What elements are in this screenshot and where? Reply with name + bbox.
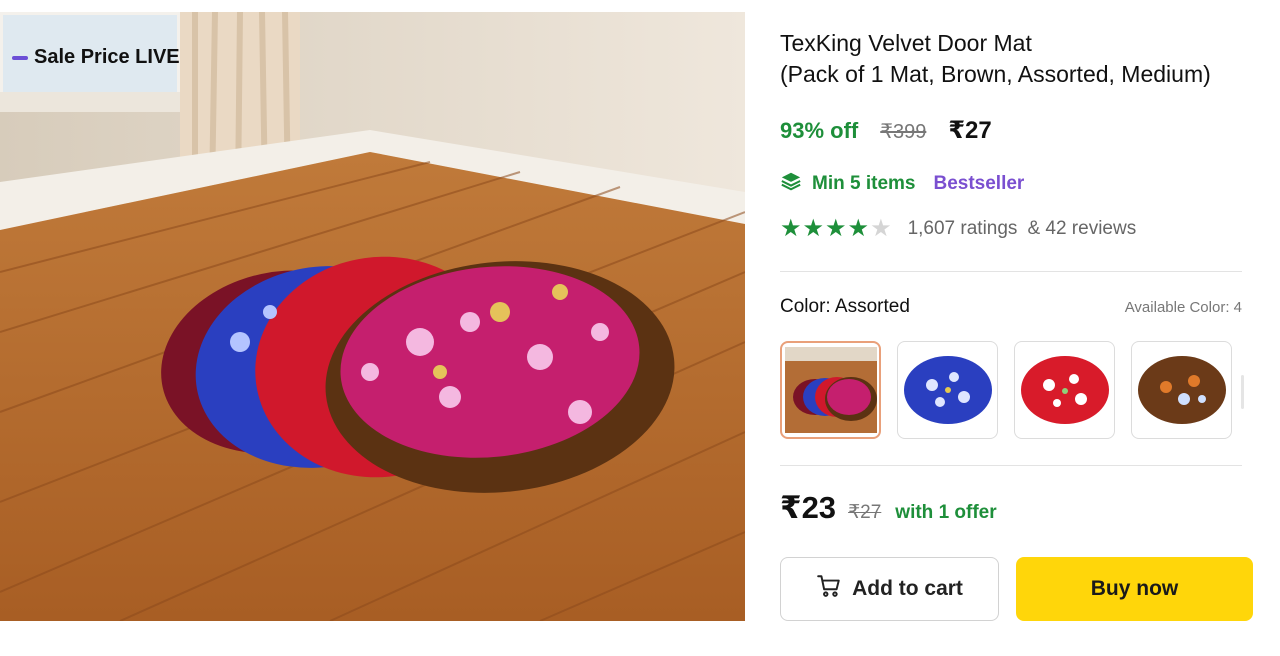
stack-layers-icon — [780, 170, 802, 197]
offer-mrp: ₹27 — [848, 502, 882, 523]
buy-now-label: Buy now — [1090, 577, 1179, 600]
ratings-count[interactable]: 1,607 ratings — [908, 218, 1018, 240]
swatch-assorted-image — [784, 347, 877, 433]
color-header: Color: Assorted Available Color: 4 — [780, 296, 1242, 318]
star-filled-icon: ★ — [825, 215, 847, 242]
product-title-line2: (Pack of 1 Mat, Brown, Assorted, Medium) — [780, 61, 1211, 87]
min-items-text: Min 5 items — [812, 172, 916, 194]
discount-percent: 93% off — [780, 118, 859, 143]
reviews-count[interactable]: & 42 reviews — [1027, 218, 1136, 240]
cart-icon — [816, 573, 842, 605]
star-empty-icon: ★ — [870, 215, 892, 242]
star-filled-icon: ★ — [802, 215, 825, 242]
bestseller-badge: Bestseller — [933, 172, 1025, 194]
product-photo — [0, 12, 745, 621]
swatch-blue[interactable] — [897, 341, 998, 439]
product-title: TexKing Velvet Door Mat (Pack of 1 Mat, … — [780, 28, 1260, 90]
promo-row: Min 5 items Bestseller — [780, 170, 1024, 197]
swatch-brown[interactable] — [1131, 341, 1232, 439]
color-label: Color: Assorted — [780, 296, 910, 317]
color-swatches — [780, 341, 1232, 439]
product-image[interactable]: Sale Price LIVE — [0, 12, 745, 621]
price-row: 93% off ₹399 ₹27 — [780, 116, 992, 145]
buy-now-button[interactable]: Buy now — [1016, 557, 1253, 621]
sale-badge: Sale Price LIVE — [12, 46, 180, 69]
star-filled-icon: ★ — [847, 215, 870, 242]
badge-dash-icon — [12, 55, 28, 60]
product-title-line1: TexKing Velvet Door Mat — [780, 30, 1032, 56]
swatch-red-image — [1020, 356, 1109, 424]
swatch-scroll-peek — [1241, 375, 1244, 409]
divider — [780, 271, 1242, 272]
offer-row[interactable]: ₹23 ₹27 with 1 offer — [780, 490, 997, 526]
swatch-red[interactable] — [1014, 341, 1115, 439]
offer-price: ₹23 — [780, 490, 837, 525]
swatch-blue-image — [903, 356, 992, 424]
offer-link[interactable]: with 1 offer — [895, 502, 996, 524]
rating-row[interactable]: ★ ★ ★ ★ ★ 1,607 ratings & 42 reviews — [780, 216, 1136, 242]
mrp-price: ₹399 — [880, 121, 927, 143]
star-rating: ★ ★ ★ ★ ★ — [780, 216, 892, 242]
swatch-brown-image — [1137, 356, 1226, 424]
swatch-assorted[interactable] — [780, 341, 881, 439]
star-filled-icon: ★ — [780, 215, 802, 242]
add-to-cart-label: Add to cart — [852, 577, 963, 600]
sale-badge-text: Sale Price LIVE — [34, 46, 180, 68]
available-colors: Available Color: 4 — [1124, 299, 1242, 316]
selling-price: ₹27 — [948, 117, 992, 144]
divider — [780, 465, 1242, 466]
add-to-cart-button[interactable]: Add to cart — [780, 557, 999, 621]
